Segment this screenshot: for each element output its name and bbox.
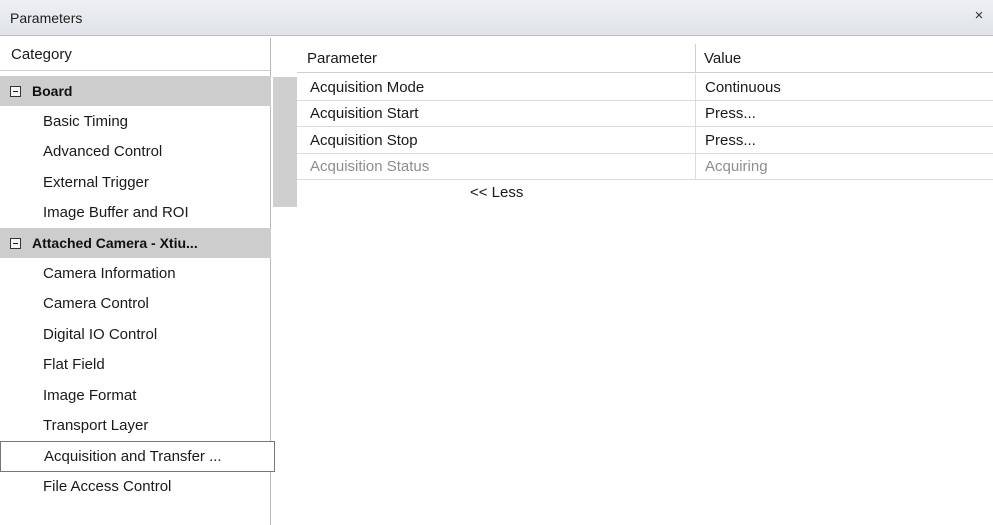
tree-group-label: Board	[32, 83, 73, 99]
tree-group-label: Attached Camera - Xtiu...	[32, 235, 198, 251]
cell-divider	[695, 100, 696, 127]
close-button[interactable]: ×	[971, 8, 987, 24]
tree-item-acquisition-transfer[interactable]: Acquisition and Transfer ...	[0, 441, 275, 472]
grid-row-acquisition-status: Acquisition Status Acquiring	[297, 153, 993, 180]
tree-item-advanced-control[interactable]: Advanced Control	[0, 137, 271, 168]
parameter-value[interactable]: Continuous	[705, 74, 781, 100]
tree-item-external-trigger[interactable]: External Trigger	[0, 167, 271, 198]
tree-item-digital-io-control[interactable]: Digital IO Control	[0, 319, 271, 350]
grid-header: Parameter Value	[297, 44, 993, 73]
parameter-value[interactable]: Press...	[705, 127, 756, 153]
tree-item-image-format[interactable]: Image Format	[0, 380, 271, 411]
category-tree: Board Basic Timing Advanced Control Exte…	[0, 76, 275, 503]
less-link[interactable]: << Less	[470, 184, 523, 201]
tree-item-camera-information[interactable]: Camera Information	[0, 258, 271, 289]
collapse-icon[interactable]	[10, 85, 21, 97]
cell-divider	[695, 153, 696, 180]
title-bar: Parameters ×	[0, 0, 993, 36]
tree-item-camera-control[interactable]: Camera Control	[0, 289, 271, 320]
row-header-gutter	[273, 77, 297, 207]
tree-item-basic-timing[interactable]: Basic Timing	[0, 106, 271, 137]
parameter-name: Acquisition Status	[310, 158, 430, 175]
parameter-name: Acquisition Start	[310, 105, 419, 122]
grid-row-acquisition-stop[interactable]: Acquisition Stop Press...	[297, 127, 993, 154]
cell-divider	[695, 74, 696, 100]
parameter-grid: Acquisition Mode Continuous Acquisition …	[297, 74, 993, 180]
grid-row-acquisition-start[interactable]: Acquisition Start Press...	[297, 100, 993, 127]
collapse-icon[interactable]	[10, 237, 21, 249]
tree-item-flat-field[interactable]: Flat Field	[0, 350, 271, 381]
tree-item-image-buffer-roi[interactable]: Image Buffer and ROI	[0, 198, 271, 229]
column-header-parameter[interactable]: Parameter	[307, 44, 377, 72]
tree-group-attached-camera[interactable]: Attached Camera - Xtiu...	[0, 228, 271, 258]
window-title: Parameters	[10, 9, 83, 26]
parameter-name: Acquisition Mode	[310, 78, 425, 96]
tree-item-transport-layer[interactable]: Transport Layer	[0, 411, 271, 442]
parameter-name: Acquisition Stop	[310, 131, 418, 149]
column-divider[interactable]	[695, 44, 696, 72]
cell-divider	[695, 127, 696, 153]
column-header-value[interactable]: Value	[704, 44, 741, 72]
tree-group-board[interactable]: Board	[0, 76, 271, 106]
parameter-value[interactable]: Press...	[705, 101, 756, 127]
category-header: Category	[0, 38, 270, 71]
parameter-value: Acquiring	[705, 158, 768, 175]
tree-item-file-access-control[interactable]: File Access Control	[0, 472, 271, 503]
grid-row-acquisition-mode[interactable]: Acquisition Mode Continuous	[297, 74, 993, 101]
